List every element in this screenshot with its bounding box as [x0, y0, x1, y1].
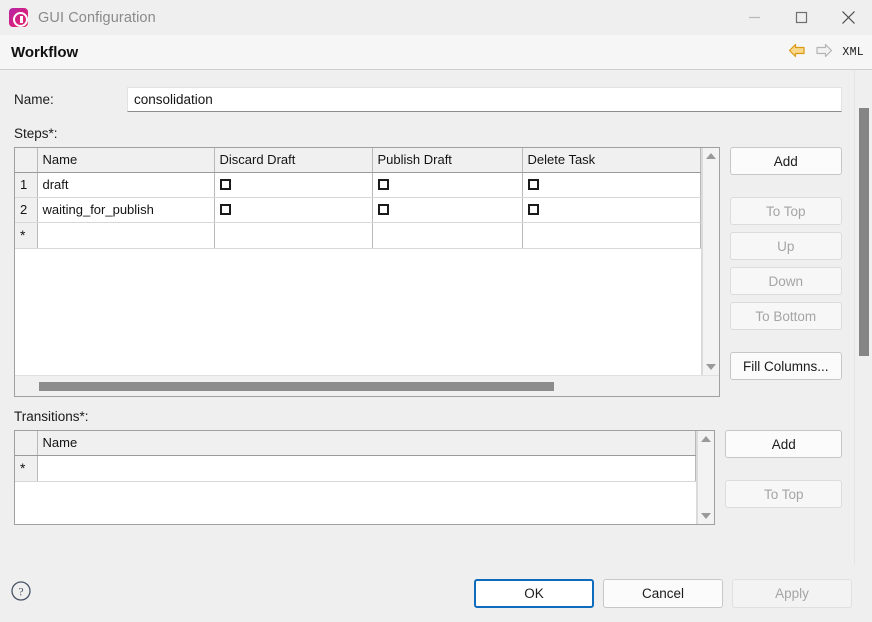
steps-table: Name Discard Draft Publish Draft Delete … — [15, 148, 701, 249]
new-row-marker: * — [15, 222, 37, 248]
cell-discard-draft[interactable] — [214, 172, 372, 197]
scroll-down-arrow-icon[interactable] — [698, 508, 714, 524]
checkbox-icon[interactable] — [528, 179, 539, 190]
back-arrow-icon[interactable] — [788, 43, 806, 63]
scroll-thumb[interactable] — [859, 108, 869, 356]
cell-name[interactable] — [37, 455, 696, 481]
cell-discard-draft[interactable] — [214, 222, 372, 248]
transitions-section: Name * — [14, 430, 842, 525]
name-label: Name: — [14, 92, 127, 107]
transitions-header-row: Name — [15, 431, 696, 455]
checkbox-icon[interactable] — [220, 179, 231, 190]
dialog-footer: ? OK Cancel Apply — [0, 565, 872, 622]
scroll-thumb[interactable] — [39, 382, 554, 391]
cell-delete-task[interactable] — [522, 222, 700, 248]
xml-link[interactable]: XML — [842, 46, 864, 59]
cell-publish-draft[interactable] — [372, 222, 522, 248]
dialog-content: Name: Steps*: — [0, 70, 854, 525]
transitions-table-frame: Name * — [14, 430, 715, 525]
transitions-table-inner: Name * — [15, 431, 714, 524]
table-row-new[interactable]: * — [15, 222, 700, 248]
cell-delete-task[interactable] — [522, 172, 700, 197]
steps-up-button[interactable]: Up — [730, 232, 843, 260]
steps-to-top-button[interactable]: To Top — [730, 197, 843, 225]
steps-table-frame: Name Discard Draft Publish Draft Delete … — [14, 147, 720, 397]
apply-button[interactable]: Apply — [732, 579, 852, 608]
minimize-button[interactable] — [731, 0, 778, 35]
name-input[interactable] — [127, 87, 842, 112]
transitions-vertical-scrollbar[interactable] — [697, 431, 714, 524]
name-row: Name: — [0, 84, 854, 114]
window-title: GUI Configuration — [38, 10, 156, 26]
steps-label: Steps*: — [14, 126, 854, 141]
row-number: 1 — [15, 172, 37, 197]
gui-configuration-dialog: GUI Configuration Workflow — [0, 0, 872, 622]
transitions-col-rownum — [15, 431, 37, 455]
fill-columns-button[interactable]: Fill Columns... — [730, 352, 843, 380]
title-bar: GUI Configuration — [0, 0, 872, 35]
forward-arrow-icon[interactable] — [815, 43, 833, 63]
steps-horizontal-scrollbar[interactable] — [15, 375, 719, 396]
transitions-button-column: Add To Top — [725, 430, 842, 525]
app-icon — [9, 8, 28, 27]
table-row[interactable]: 2 waiting_for_publish — [15, 197, 700, 222]
checkbox-icon[interactable] — [220, 204, 231, 215]
steps-col-name[interactable]: Name — [37, 148, 214, 172]
transitions-table-viewport[interactable]: Name * — [15, 431, 697, 524]
page-header: Workflow XML — [0, 35, 872, 70]
steps-col-rownum — [15, 148, 37, 172]
transitions-label: Transitions*: — [14, 409, 854, 424]
transitions-col-name[interactable]: Name — [37, 431, 696, 455]
page-title: Workflow — [11, 44, 78, 61]
new-row-marker: * — [15, 455, 37, 481]
cell-publish-draft[interactable] — [372, 197, 522, 222]
steps-section: Name Discard Draft Publish Draft Delete … — [14, 147, 842, 397]
cell-discard-draft[interactable] — [214, 197, 372, 222]
cell-name[interactable]: draft — [37, 172, 214, 197]
help-icon[interactable]: ? — [10, 580, 32, 607]
steps-to-bottom-button[interactable]: To Bottom — [730, 302, 843, 330]
steps-button-column: Add To Top Up Down To Bottom Fill Column… — [730, 147, 843, 397]
table-row[interactable]: 1 draft — [15, 172, 700, 197]
steps-down-button[interactable]: Down — [730, 267, 843, 295]
transitions-table: Name * — [15, 431, 696, 482]
scroll-track[interactable] — [702, 164, 719, 359]
cancel-button[interactable]: Cancel — [603, 579, 723, 608]
steps-add-button[interactable]: Add — [730, 147, 843, 175]
window-controls — [731, 0, 872, 35]
steps-header-row: Name Discard Draft Publish Draft Delete … — [15, 148, 700, 172]
maximize-button[interactable] — [778, 0, 825, 35]
steps-col-publish-draft[interactable]: Publish Draft — [372, 148, 522, 172]
scroll-track[interactable] — [698, 447, 714, 508]
cell-name[interactable] — [37, 222, 214, 248]
steps-vertical-scrollbar[interactable] — [702, 148, 719, 375]
steps-table-inner: Name Discard Draft Publish Draft Delete … — [15, 148, 719, 375]
dialog-scroll-area: Name: Steps*: — [0, 70, 872, 565]
table-row-new[interactable]: * — [15, 455, 696, 481]
cell-delete-task[interactable] — [522, 197, 700, 222]
close-button[interactable] — [825, 0, 872, 35]
cell-name[interactable]: waiting_for_publish — [37, 197, 214, 222]
checkbox-icon[interactable] — [378, 179, 389, 190]
footer-buttons: OK Cancel Apply — [474, 579, 852, 608]
checkbox-icon[interactable] — [528, 204, 539, 215]
dialog-vertical-scrollbar[interactable] — [854, 70, 872, 565]
scroll-down-arrow-icon[interactable] — [702, 359, 719, 375]
transitions-to-top-button[interactable]: To Top — [725, 480, 842, 508]
steps-table-viewport[interactable]: Name Discard Draft Publish Draft Delete … — [15, 148, 702, 375]
scroll-up-arrow-icon[interactable] — [702, 148, 719, 164]
header-nav: XML — [788, 35, 864, 70]
ok-button[interactable]: OK — [474, 579, 594, 608]
steps-col-discard-draft[interactable]: Discard Draft — [214, 148, 372, 172]
steps-col-delete-task[interactable]: Delete Task — [522, 148, 700, 172]
scroll-up-arrow-icon[interactable] — [698, 431, 714, 447]
svg-text:?: ? — [18, 587, 23, 599]
checkbox-icon[interactable] — [378, 204, 389, 215]
row-number: 2 — [15, 197, 37, 222]
transitions-add-button[interactable]: Add — [725, 430, 842, 458]
cell-publish-draft[interactable] — [372, 172, 522, 197]
